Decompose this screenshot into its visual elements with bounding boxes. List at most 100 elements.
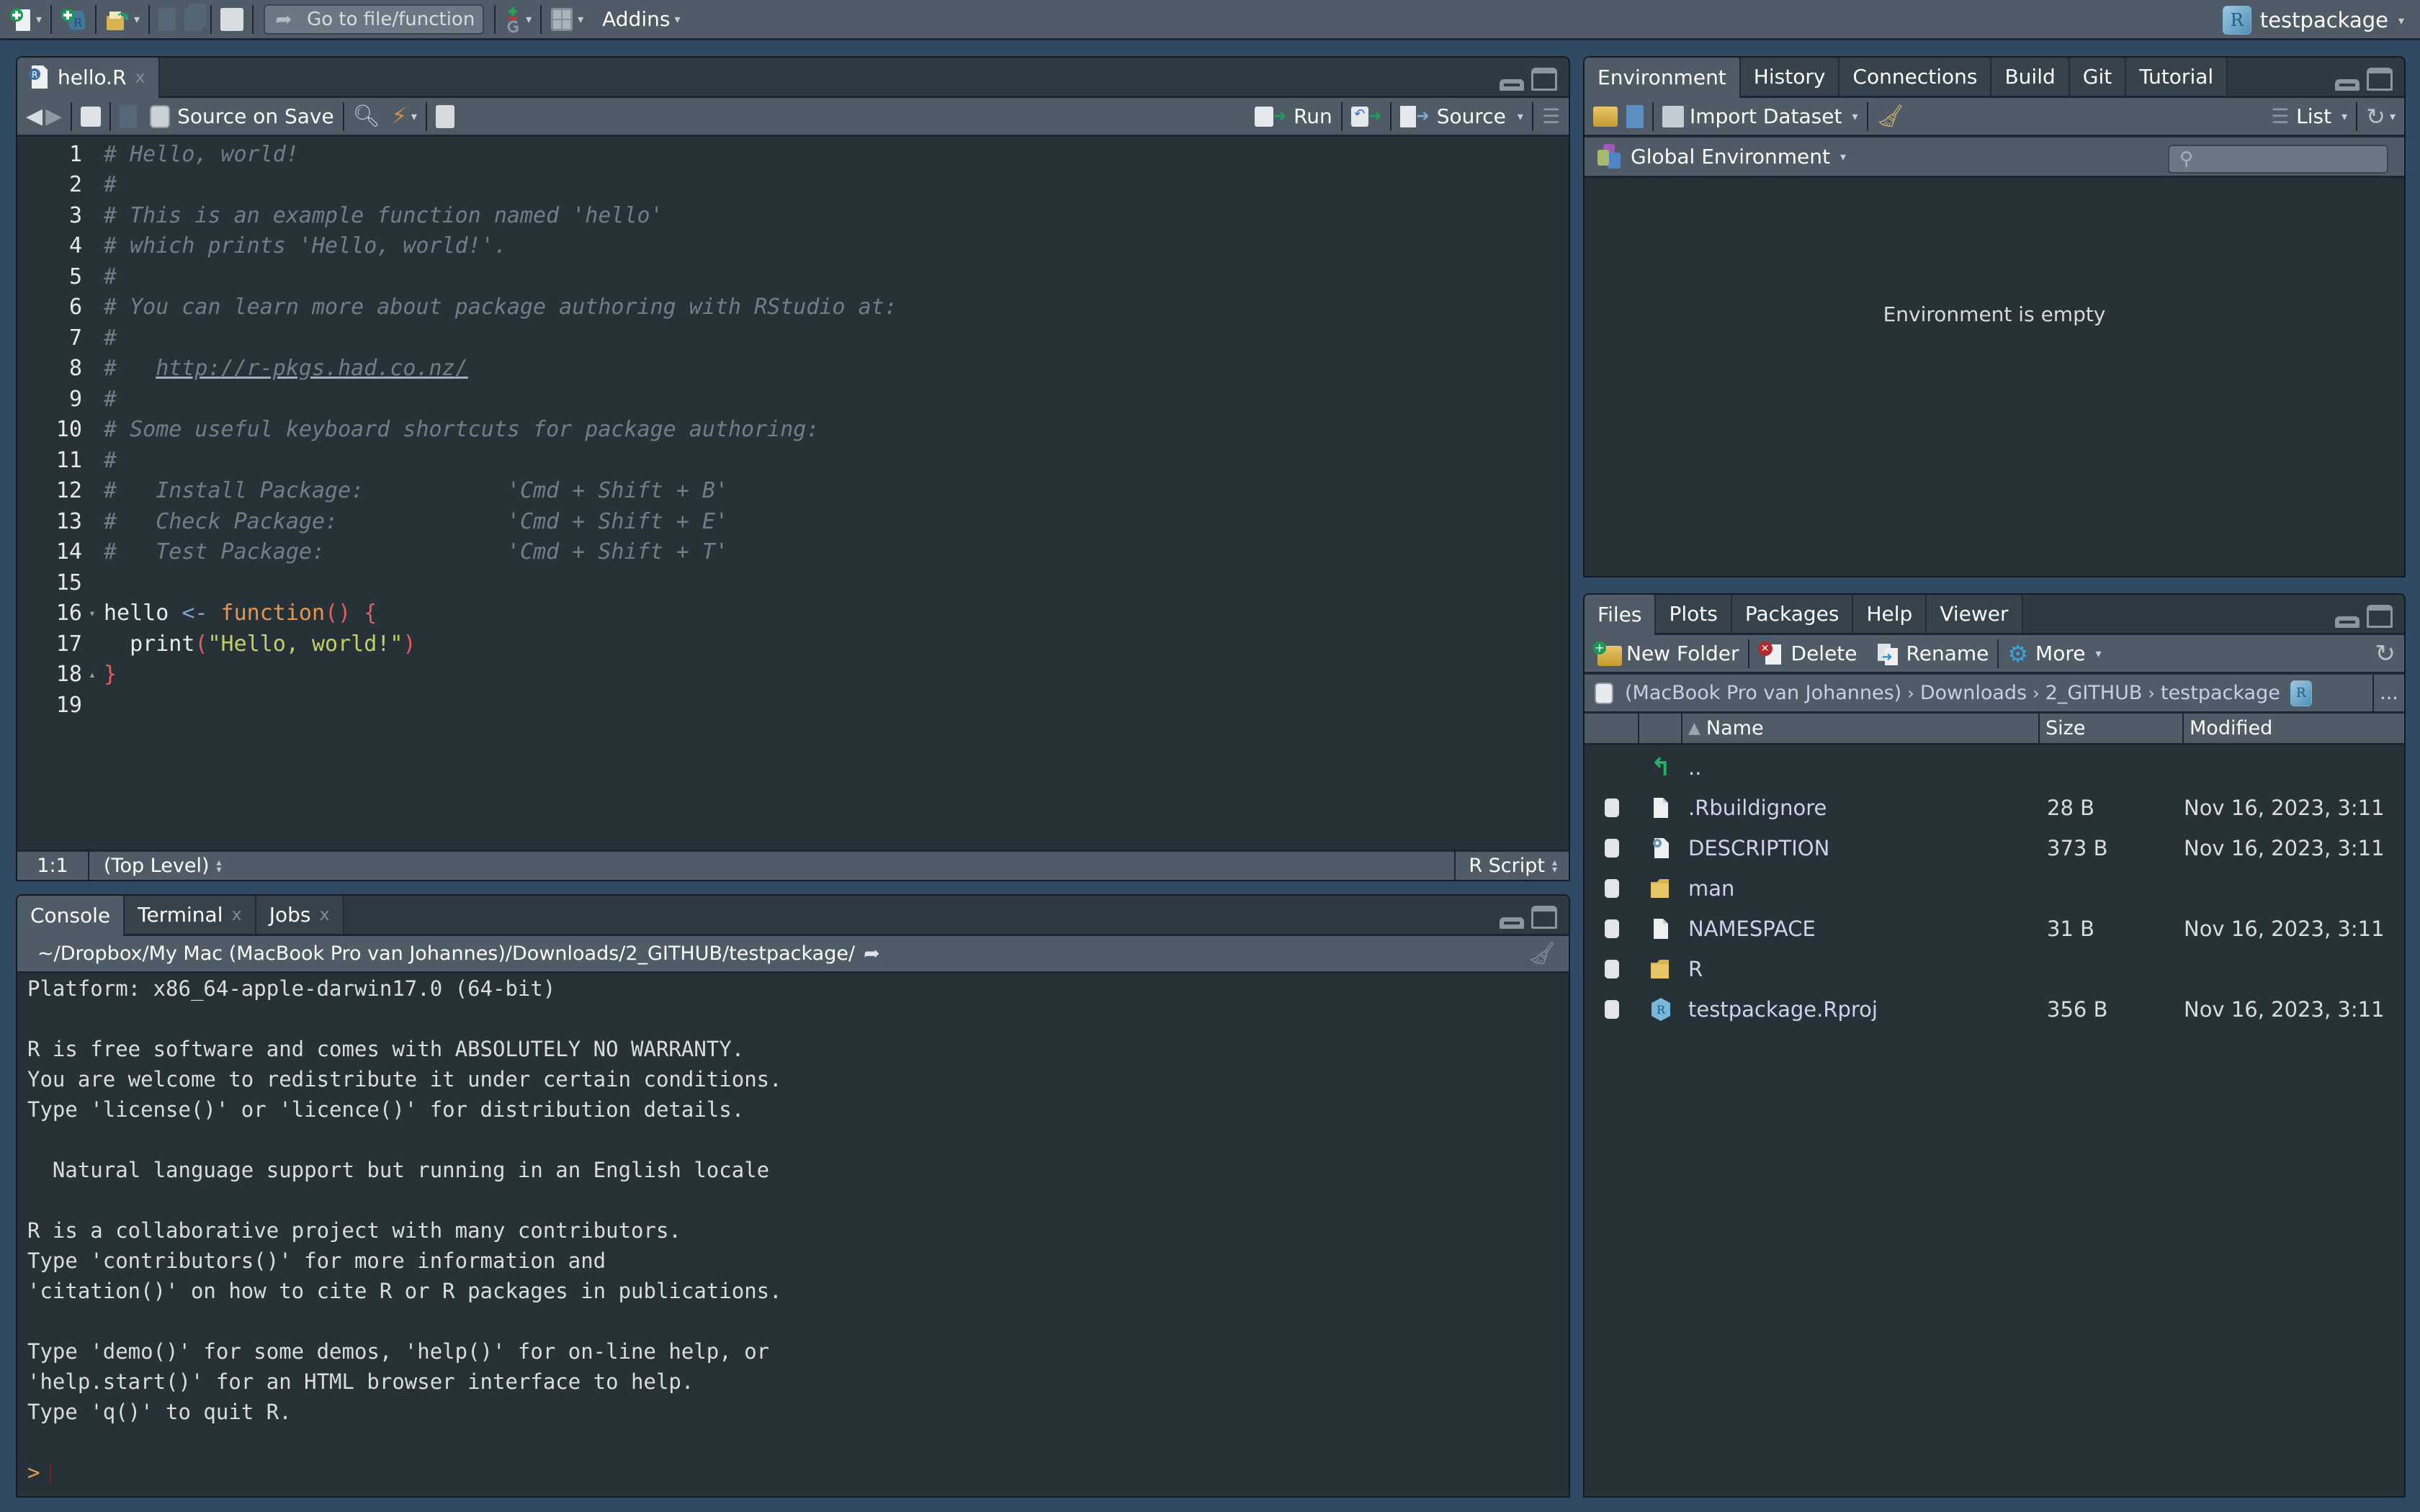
maximize-pane-icon[interactable] (1531, 906, 1557, 929)
code-line[interactable]: 2 # (17, 170, 117, 200)
project-menu[interactable]: R testpackage ▾ (2222, 0, 2404, 40)
rename-button[interactable]: ➜ Rename (1876, 642, 1989, 665)
header-modified[interactable]: Modified (2184, 714, 2404, 743)
file-name[interactable]: DESCRIPTION (1682, 836, 2040, 860)
tab-packages[interactable]: Packages (1731, 595, 1854, 633)
breadcrumb-item[interactable]: 2_GITHUB (2045, 682, 2143, 704)
file-name[interactable]: .Rbuildignore (1682, 796, 2040, 820)
new-project-button[interactable]: R (56, 0, 91, 40)
compile-report-icon[interactable] (435, 104, 454, 128)
file-name[interactable]: testpackage.Rproj (1682, 997, 2040, 1022)
clear-workspace-broom-icon[interactable]: 🧹︎ (1877, 104, 1904, 129)
code-line[interactable]: 4 # which prints 'Hello, world!'. (17, 231, 507, 261)
close-icon[interactable]: x (135, 67, 145, 87)
chevron-down-icon[interactable]: ▾ (1518, 109, 1523, 123)
tab-jobs[interactable]: Jobs x (256, 896, 344, 934)
show-in-new-window-icon[interactable] (81, 106, 102, 127)
code-line[interactable]: 7 # (17, 323, 117, 353)
code-line[interactable]: 9 # (17, 384, 117, 414)
checkbox[interactable] (150, 104, 171, 128)
tab-console[interactable]: Console (17, 896, 125, 936)
run-button[interactable]: ➜ Run (1254, 104, 1332, 128)
refresh-icon[interactable]: ↻ (2366, 103, 2385, 130)
code-line[interactable]: 16 ▾ hello <- function() { (17, 598, 377, 629)
close-icon[interactable]: x (319, 904, 329, 924)
parent-directory-label[interactable]: .. (1682, 755, 2040, 780)
row-checkbox[interactable] (1605, 839, 1619, 858)
chevron-down-icon[interactable]: ▾ (134, 12, 140, 26)
code-line[interactable]: 11 # (17, 445, 117, 475)
tab-connections[interactable]: Connections (1839, 58, 1992, 96)
import-dataset-button[interactable]: Import Dataset ▾ (1662, 104, 1858, 128)
chevron-down-icon[interactable]: ▾ (411, 109, 417, 123)
tab-viewer[interactable]: Viewer (1927, 595, 2023, 633)
code-line[interactable]: 18 ▴} (17, 660, 117, 690)
chevron-down-icon[interactable]: ▾ (2390, 109, 2396, 123)
tab-terminal[interactable]: Terminal x (125, 896, 256, 934)
code-editor[interactable]: 1 # Hello, world! 2 #3 # This is an example … (17, 139, 1569, 850)
refresh-icon[interactable]: ↻ (2375, 639, 2396, 668)
row-checkbox[interactable] (1605, 960, 1619, 978)
code-line[interactable]: 1 # Hello, world! (17, 139, 299, 169)
r-project-icon[interactable]: R (2290, 680, 2312, 706)
header-name[interactable]: ▲ Name (1682, 714, 2040, 743)
source-on-save-checkbox[interactable]: Source on Save (150, 104, 334, 128)
select-all-checkbox[interactable] (1595, 682, 1613, 704)
tab-history[interactable]: History (1740, 58, 1840, 96)
tab-environment[interactable]: Environment (1585, 58, 1741, 98)
find-replace-icon[interactable]: 🔍︎ (353, 104, 380, 129)
tab-plots[interactable]: Plots (1656, 595, 1732, 633)
breadcrumb-item[interactable]: testpackage (2161, 682, 2280, 704)
tab-tutorial[interactable]: Tutorial (2126, 58, 2228, 96)
code-line[interactable]: 6 # You can learn more about package auth… (17, 292, 897, 323)
file-row[interactable]: NAMESPACE 31 B Nov 16, 2023, 3:11 (1585, 909, 2404, 949)
code-line[interactable]: 15 (17, 567, 104, 598)
file-row[interactable]: .Rbuildignore 28 B Nov 16, 2023, 3:11 (1585, 788, 2404, 828)
view-mode-button[interactable]: ☰ List ▾ (2271, 104, 2347, 128)
parent-directory-row[interactable]: ↰ .. (1585, 747, 2404, 788)
code-line[interactable]: 13 # Check Package: 'Cmd + Shift + E' (17, 506, 728, 536)
fold-toggle-icon[interactable]: ▾ (85, 606, 99, 620)
more-path-button[interactable]: ... (2372, 675, 2404, 711)
source-button[interactable]: ➜ Source (1400, 104, 1506, 128)
open-file-button[interactable]: ▾ (101, 0, 144, 40)
chevron-down-icon[interactable]: ▾ (36, 12, 42, 26)
document-outline-icon[interactable]: ☰ (1542, 104, 1560, 128)
scope-selector[interactable]: (Top Level) ▴ ▾ (89, 855, 222, 877)
breadcrumb-item[interactable]: Downloads (1920, 682, 2027, 704)
clear-console-broom-icon[interactable]: 🧹︎ (1528, 941, 1556, 966)
maximize-pane-icon[interactable] (2367, 605, 2393, 628)
code-line[interactable]: 3 # This is an example function named 'he… (17, 200, 663, 230)
header-size[interactable]: Size (2040, 714, 2184, 743)
maximize-pane-icon[interactable] (1531, 68, 1557, 91)
file-row[interactable]: DESCRIPTION 373 B Nov 16, 2023, 3:11 (1585, 828, 2404, 868)
file-row[interactable]: man (1585, 868, 2404, 909)
addins-menu[interactable]: Addins ▾ (588, 0, 684, 40)
close-icon[interactable]: x (232, 904, 242, 924)
more-menu[interactable]: ⚙ More ▾ (2007, 640, 2101, 667)
code-line[interactable]: 8 # http://r-pkgs.had.co.nz/ (17, 354, 468, 384)
chevron-down-icon[interactable]: ▾ (578, 12, 583, 26)
file-row[interactable]: R (1585, 949, 2404, 989)
tab-hello-r[interactable]: R hello.R x (17, 58, 160, 98)
file-type-selector[interactable]: R Script ▴ ▾ (1454, 852, 1569, 880)
console-input-line[interactable]: > (27, 1457, 1569, 1488)
row-checkbox[interactable] (1605, 919, 1619, 938)
workspace-panes-button[interactable]: ▾ (546, 0, 588, 40)
tab-git[interactable]: Git (2069, 58, 2127, 96)
row-checkbox[interactable] (1605, 798, 1619, 817)
row-checkbox[interactable] (1605, 879, 1619, 898)
save-workspace-icon[interactable] (1626, 104, 1644, 128)
minimize-pane-icon[interactable] (1500, 79, 1524, 91)
tab-files[interactable]: Files (1585, 595, 1657, 635)
maximize-pane-icon[interactable] (2367, 68, 2393, 91)
forward-icon[interactable]: ▶ (45, 104, 62, 129)
go-to-directory-icon[interactable]: ➦ (864, 942, 880, 965)
rerun-button[interactable]: ↶ ➜ (1350, 106, 1381, 127)
code-line[interactable]: 10 # Some useful keyboard shortcuts for p… (17, 415, 820, 445)
minimize-pane-icon[interactable] (2335, 616, 2360, 628)
back-icon[interactable]: ◀ (26, 104, 42, 129)
file-row[interactable]: Rtestpackage.Rproj 356 B Nov 16, 2023, 3:1… (1585, 989, 2404, 1030)
save-icon[interactable] (120, 104, 138, 128)
load-workspace-icon[interactable] (1593, 106, 1618, 127)
